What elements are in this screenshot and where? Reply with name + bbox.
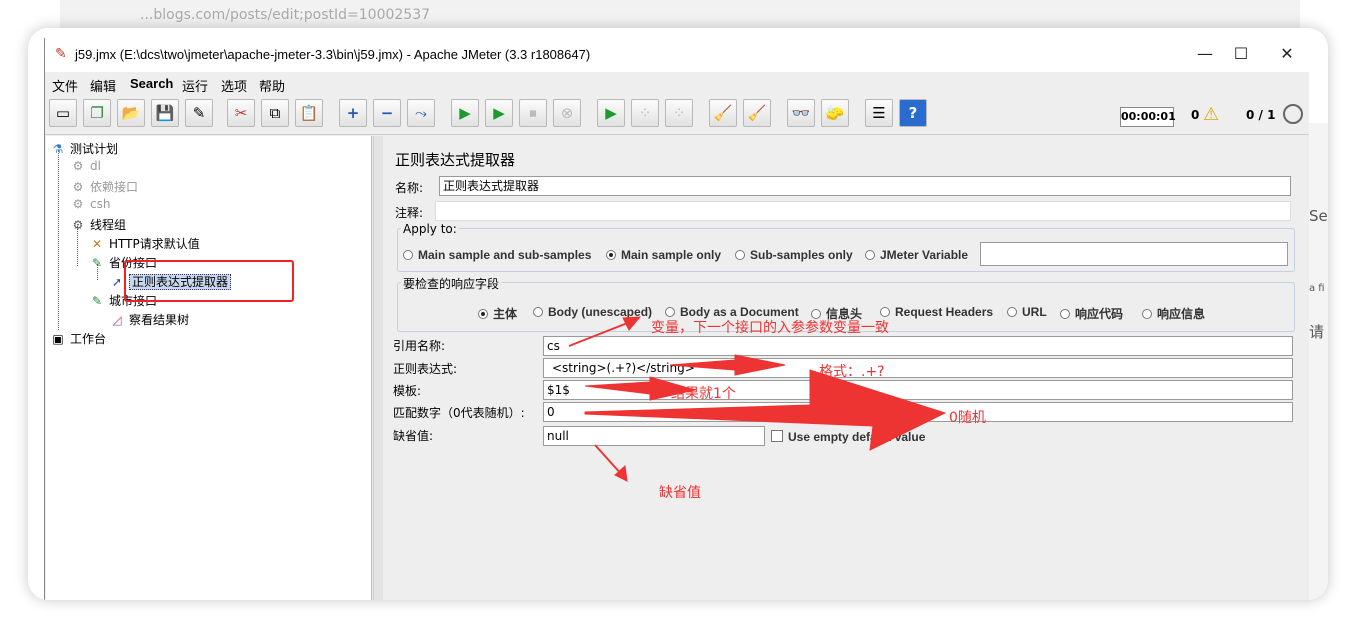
template-note: 结果就1个: [671, 386, 736, 402]
annotation-arrow: [584, 369, 947, 451]
match-no-note: 0随机: [949, 410, 986, 426]
peek-text-2: a fi: [1309, 283, 1325, 294]
annotation-arrowhead: [622, 316, 642, 331]
annotation-arrow: [669, 354, 786, 376]
right-peek-panel: Ser a fi 请: [1308, 123, 1328, 600]
annotation-arrow: [568, 319, 636, 347]
browser-url-strip: ...blogs.com/posts/edit;postId=10002537: [60, 0, 1300, 30]
peek-text-3: 请: [1309, 323, 1325, 341]
screenshot-frame: Ser a fi 请 ✎ j59.jmx (E:\dcs\two\jmeter\…: [28, 28, 1328, 600]
ref-name-note: 变量，下一个接口的入参参数变量一致: [651, 320, 889, 336]
peek-text-1: Ser: [1309, 207, 1328, 225]
default-note: 缺省值: [659, 485, 701, 501]
jmeter-window: ✎ j59.jmx (E:\dcs\two\jmeter\apache-jmet…: [44, 38, 1309, 600]
regex-note: 格式：.+?: [819, 364, 885, 380]
